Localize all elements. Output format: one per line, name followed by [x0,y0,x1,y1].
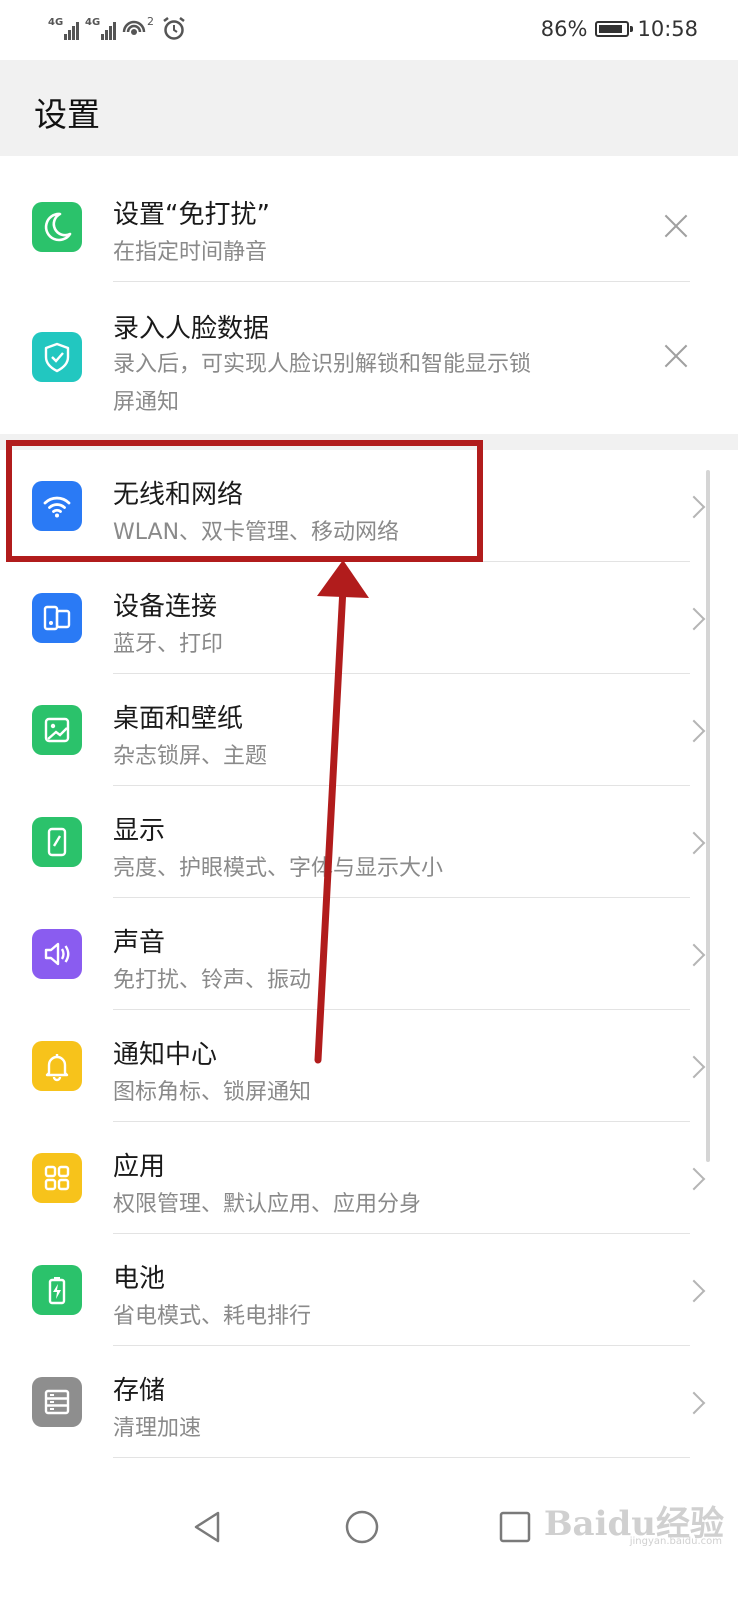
chevron-right-icon [682,831,706,855]
speaker-icon [32,929,82,979]
page-title: 设置 [34,95,100,134]
clock: 10:58 [637,17,698,41]
wallpaper-icon [32,705,82,755]
bell-icon [32,1041,82,1091]
home-icon[interactable] [344,1509,380,1545]
scrollbar[interactable] [706,470,710,1162]
settings-item-display[interactable]: 显示 亮度、护眼模式、字体与显示大小 [0,786,738,898]
dismiss-close-icon[interactable] [664,214,688,238]
moon-icon [32,202,82,252]
signal-sim2-icon: 4G [85,18,116,40]
alarm-icon [163,17,185,40]
suggestion-face-data[interactable]: 录入人脸数据 录入后，可实现人脸识别解锁和智能显示锁 屏通知 [0,282,738,434]
chevron-right-icon [682,1167,706,1191]
settings-item-title: 设备连接 [113,592,218,622]
suggestion-title: 设置“免打扰” [113,200,270,230]
battery-indicator-icon [595,21,634,37]
settings-item-subtitle: 蓝牙、打印 [113,632,224,657]
display-icon [32,817,82,867]
chevron-right-icon [682,943,706,967]
chevron-right-icon [682,719,706,743]
settings-item-title: 桌面和壁纸 [113,704,244,734]
signal-sim1-icon: 4G [48,18,79,40]
chevron-right-icon [682,1055,706,1079]
suggestion-subtitle-line2: 屏通知 [113,390,180,415]
settings-item-title: 存储 [113,1376,166,1406]
battery-percent: 86% [540,17,588,41]
settings-item-device-connection[interactable]: 设备连接 蓝牙、打印 [0,562,738,674]
settings-item-sound[interactable]: 声音 免打扰、铃声、振动 [0,898,738,1010]
settings-item-subtitle: 权限管理、默认应用、应用分身 [113,1192,422,1217]
suggestion-subtitle-line1: 录入后，可实现人脸识别解锁和智能显示锁 [113,352,532,377]
settings-item-subtitle: 免打扰、铃声、振动 [113,968,312,993]
settings-item-title: 应用 [113,1152,166,1182]
settings-item-storage[interactable]: 存储 清理加速 [0,1346,738,1458]
shield-check-icon [32,332,82,382]
settings-item-subtitle: 图标角标、锁屏通知 [113,1080,312,1105]
battery-icon [32,1265,82,1315]
divider [113,1457,690,1458]
recent-apps-icon[interactable] [498,1510,532,1544]
settings-item-subtitle: 亮度、护眼模式、字体与显示大小 [113,856,444,881]
settings-item-battery[interactable]: 电池 省电模式、耗电排行 [0,1234,738,1346]
chevron-right-icon [682,607,706,631]
hotspot-count: 2 [147,15,154,28]
app-header: 设置 [0,60,738,156]
suggestion-title: 录入人脸数据 [113,314,270,344]
watermark-url: jingyan.baidu.com [629,1536,722,1547]
suggestions-section: 设置“免打扰” 在指定时间静音 录入人脸数据 录入后，可实现人脸识别解锁和智能显… [0,156,738,434]
network-type-2: 4G [85,17,101,28]
suggestion-subtitle: 在指定时间静音 [113,240,268,265]
network-type-1: 4G [48,17,64,28]
chevron-right-icon [682,1391,706,1415]
settings-item-title: 电池 [113,1264,166,1294]
annotation-highlight-box [6,440,483,562]
status-icons: 4G 4G 2 [48,12,186,46]
device-connection-icon [32,593,82,643]
settings-item-apps[interactable]: 应用 权限管理、默认应用、应用分身 [0,1122,738,1234]
chevron-right-icon [682,495,706,519]
settings-item-subtitle: 杂志锁屏、主题 [113,744,268,769]
settings-item-title: 显示 [113,816,166,846]
suggestion-do-not-disturb[interactable]: 设置“免打扰” 在指定时间静音 [0,156,738,282]
storage-icon [32,1377,82,1427]
settings-item-subtitle: 清理加速 [113,1416,202,1441]
settings-item-title: 声音 [113,928,166,958]
watermark-logo: Baidu经验 jingyan.baidu.com [544,1496,724,1547]
dismiss-close-icon[interactable] [664,344,688,368]
settings-item-desktop-wallpaper[interactable]: 桌面和壁纸 杂志锁屏、主题 [0,674,738,786]
hotspot-icon: 2 [122,15,154,35]
settings-item-subtitle: 省电模式、耗电排行 [113,1304,312,1329]
back-icon[interactable] [190,1509,224,1545]
status-bar: 4G 4G 2 86% 10:58 [0,0,738,60]
settings-item-title: 通知中心 [113,1040,218,1070]
apps-grid-icon [32,1153,82,1203]
chevron-right-icon [682,1279,706,1303]
settings-item-notification-center[interactable]: 通知中心 图标角标、锁屏通知 [0,1010,738,1122]
status-right: 86% 10:58 [541,14,698,44]
